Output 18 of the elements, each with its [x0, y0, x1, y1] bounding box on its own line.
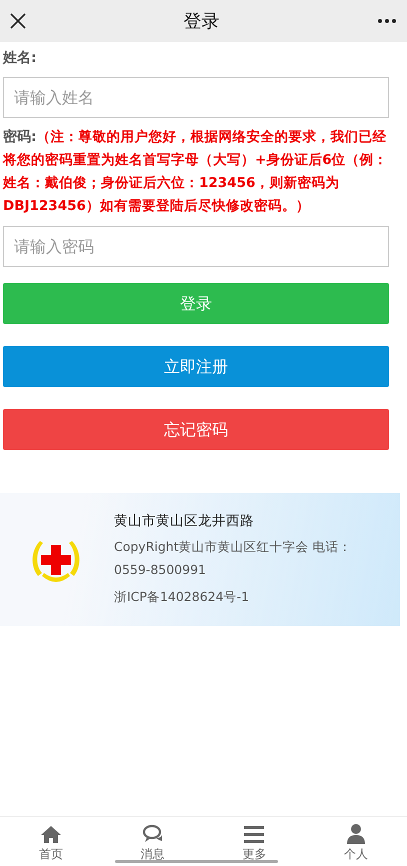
page-title: 登录 [184, 10, 220, 34]
password-field[interactable]: 请输入密码 [3, 226, 389, 267]
address-text: 黄山市黄山区龙井西路 [114, 512, 255, 531]
register-button[interactable]: 立即注册 [3, 346, 389, 387]
tab-item[interactable]: 个人 [305, 817, 407, 866]
tab-item[interactable]: 更多 [204, 817, 306, 866]
copyright-text: CopyRight黄山市黄山区红十字会 电话：0559-8500991 [114, 538, 353, 580]
name-label: 姓名: [3, 49, 38, 68]
user-icon [345, 822, 368, 844]
tab-item[interactable]: 消息 [102, 817, 204, 866]
name-field[interactable]: 请输入姓名 [3, 77, 389, 118]
forgot-password-button[interactable]: 忘记密码 [3, 409, 389, 450]
icp-text: 浙ICP备14028624号-1 [114, 588, 250, 606]
more-icon[interactable] [377, 18, 397, 24]
tab-item[interactable]: 首页 [0, 817, 102, 866]
close-icon[interactable] [10, 13, 26, 29]
chat-icon [142, 822, 164, 844]
password-hint: 密码:（注：尊敬的用户您好，根据网络安全的要求，我们已经将您的密码重置为姓名首写字母（大写）+身份证后6位（例：姓名：戴伯俊；身份证后六位：123456，则新密码为DBJ123456）如有需要登陆后尽快修改密码。） [3, 128, 389, 216]
